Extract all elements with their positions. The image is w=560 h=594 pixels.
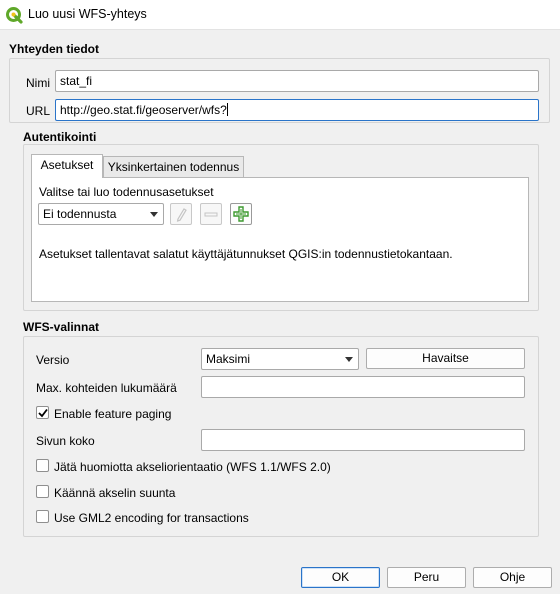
help-button[interactable]: Ohje bbox=[473, 567, 552, 588]
name-input[interactable]: stat_fi bbox=[55, 70, 539, 92]
tab-asetukset-label: Asetukset bbox=[40, 158, 94, 172]
paging-label: Enable feature paging bbox=[54, 407, 172, 421]
tab-asetukset[interactable]: Asetukset bbox=[31, 154, 103, 178]
ignore-axis-label: Jätä huomiotta akseliorientaatio (WFS 1.… bbox=[54, 460, 331, 474]
version-value: Maksimi bbox=[206, 352, 250, 366]
url-value: http://geo.stat.fi/geoserver/wfs? bbox=[60, 103, 227, 117]
url-input[interactable]: http://geo.stat.fi/geoserver/wfs? bbox=[55, 99, 539, 121]
max-features-label: Max. kohteiden lukumäärä bbox=[36, 381, 177, 395]
window-title: Luo uusi WFS-yhteys bbox=[28, 7, 147, 21]
remove-auth-button[interactable] bbox=[200, 203, 222, 225]
max-features-input[interactable] bbox=[201, 376, 525, 398]
url-label: URL bbox=[26, 104, 51, 118]
version-label: Versio bbox=[36, 353, 70, 367]
connection-section-title: Yhteyden tiedot bbox=[9, 42, 100, 56]
auth-config-value: Ei todennusta bbox=[43, 207, 117, 221]
page-size-label: Sivun koko bbox=[36, 434, 95, 448]
tab-yksinkertainen-todennus[interactable]: Yksinkertainen todennus bbox=[103, 156, 244, 178]
version-combo[interactable]: Maksimi bbox=[201, 348, 359, 370]
title-bar: Luo uusi WFS-yhteys bbox=[0, 0, 560, 30]
text-cursor bbox=[226, 103, 228, 116]
page-size-input[interactable] bbox=[201, 429, 525, 451]
auth-note: Asetukset tallentavat salatut käyttäjätu… bbox=[39, 247, 453, 261]
paging-checkbox[interactable] bbox=[36, 406, 49, 419]
gml2-checkbox[interactable] bbox=[36, 510, 49, 523]
add-auth-button[interactable] bbox=[230, 203, 252, 225]
ignore-axis-checkbox[interactable] bbox=[36, 459, 49, 472]
chevron-down-icon bbox=[150, 212, 158, 217]
ok-button[interactable]: OK bbox=[301, 567, 380, 588]
name-label: Nimi bbox=[26, 76, 50, 90]
edit-auth-button[interactable] bbox=[170, 203, 192, 225]
invert-axis-label: Käännä akselin suunta bbox=[54, 486, 176, 500]
checkmark-icon bbox=[38, 408, 48, 418]
auth-config-combo[interactable]: Ei todennusta bbox=[38, 203, 164, 225]
tab-basic-auth-label: Yksinkertainen todennus bbox=[107, 160, 240, 174]
qgis-logo-icon bbox=[6, 7, 23, 24]
auth-select-label: Valitse tai luo todennusasetukset bbox=[39, 185, 214, 199]
detect-button[interactable]: Havaitse bbox=[366, 348, 525, 369]
auth-section-title: Autentikointi bbox=[23, 130, 97, 144]
chevron-down-icon bbox=[345, 357, 353, 362]
plus-icon bbox=[233, 206, 249, 222]
invert-axis-checkbox[interactable] bbox=[36, 485, 49, 498]
cancel-button[interactable]: Peru bbox=[387, 567, 466, 588]
wfs-section-title: WFS-valinnat bbox=[23, 320, 100, 334]
gml2-label: Use GML2 encoding for transactions bbox=[54, 511, 249, 525]
minus-icon bbox=[204, 212, 218, 217]
pencil-icon bbox=[176, 208, 187, 222]
